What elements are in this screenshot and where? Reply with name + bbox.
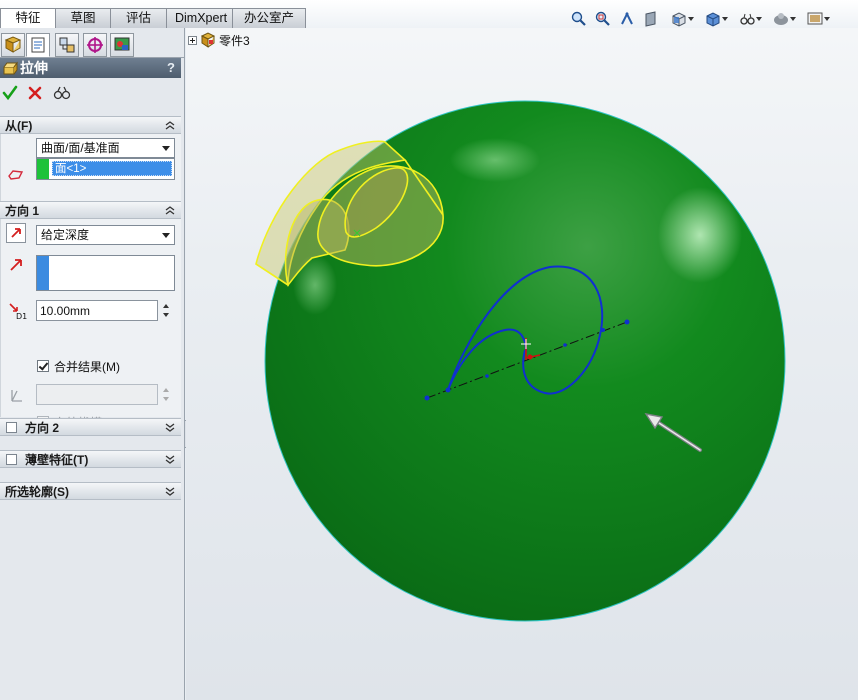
configurationmanager-tab[interactable] <box>55 33 79 57</box>
display-manager-tab[interactable] <box>110 33 134 57</box>
help-button[interactable]: ? <box>167 59 175 77</box>
tab-dimxpert[interactable]: DimXpert <box>166 8 233 28</box>
tab-office-products[interactable]: 办公室产品 <box>232 8 306 44</box>
sketch-point-4 <box>563 343 567 347</box>
tab-evaluate[interactable]: 评估 <box>110 8 167 28</box>
tab-features[interactable]: 特征 <box>0 8 56 29</box>
merge-result-option[interactable]: 合并结果(M) <box>37 358 120 374</box>
from-group-label: 从(F) <box>5 119 33 133</box>
extrude-icon <box>3 61 18 75</box>
depth-spinner[interactable] <box>161 300 173 321</box>
face-selection-icon <box>6 164 26 184</box>
featuremanager-tab[interactable] <box>1 33 25 57</box>
depth-label-text: D1 <box>16 312 27 320</box>
selection-color-swatch <box>37 159 49 179</box>
sketch-point-2 <box>601 328 605 332</box>
collapse-chevron-icon[interactable] <box>164 204 176 216</box>
thin-feature-group-header[interactable]: 薄壁特征(T) <box>0 450 181 468</box>
detailed-preview-button[interactable] <box>52 84 72 102</box>
end-condition-select[interactable]: 给定深度 <box>36 225 175 245</box>
previous-view-icon[interactable] <box>618 10 636 28</box>
selected-face-item[interactable]: 面<1> <box>52 161 172 176</box>
draft-angle-input <box>36 384 158 405</box>
direction-selection-box[interactable] <box>36 255 175 291</box>
zoom-to-fit-icon[interactable] <box>570 10 588 28</box>
from-selection-box[interactable]: 面<1> <box>36 158 175 180</box>
cancel-button[interactable] <box>26 84 44 102</box>
chevron-down-icon <box>162 146 170 151</box>
display-style-icon[interactable] <box>700 10 728 28</box>
from-group-body: 曲面/面/基准面 面<1> <box>0 134 181 202</box>
apply-scene-icon[interactable] <box>802 10 830 28</box>
direction2-checkbox[interactable] <box>6 422 17 433</box>
draft-angle-spinner <box>161 384 173 405</box>
selected-contours-group-header[interactable]: 所选轮廓(S) <box>0 482 181 500</box>
direction2-group-label: 方向 2 <box>25 421 60 435</box>
thin-feature-group-label: 薄壁特征(T) <box>25 453 89 467</box>
draft-angle-icon <box>7 385 27 405</box>
from-group-header[interactable]: 从(F) <box>0 116 181 134</box>
manager-tabs <box>0 32 185 58</box>
view-orientation-icon[interactable] <box>666 10 694 28</box>
merge-result-label: 合并结果(M) <box>54 359 120 374</box>
centerline-endpoint-2 <box>624 319 630 325</box>
edit-appearance-icon[interactable] <box>768 10 796 28</box>
tab-sketch[interactable]: 草图 <box>55 8 111 28</box>
hide-show-icon[interactable] <box>734 10 762 28</box>
depth-dimension-icon: D1 <box>7 300 27 320</box>
collapse-chevron-icon[interactable] <box>164 119 176 131</box>
merge-result-checkbox[interactable] <box>37 360 49 372</box>
start-condition-select[interactable]: 曲面/面/基准面 <box>36 138 175 158</box>
part-icon <box>200 32 216 48</box>
expand-chevron-icon[interactable] <box>164 453 176 465</box>
model-viewport[interactable] <box>186 28 858 700</box>
featuremanager-flyout-tree[interactable]: 零件3 <box>188 31 250 49</box>
depth-value: 10.00mm <box>40 304 91 318</box>
expand-chevron-icon[interactable] <box>164 421 176 433</box>
direction1-group-header[interactable]: 方向 1 <box>0 201 181 219</box>
reverse-direction-button[interactable] <box>6 223 26 243</box>
centerline-endpoint <box>424 395 430 401</box>
command-manager: 特征 草图 评估 DimXpert 办公室产品 <box>0 0 858 44</box>
ok-button[interactable] <box>1 84 19 102</box>
section-view-icon[interactable] <box>642 10 660 28</box>
property-manager-title: 拉伸 ? <box>0 58 181 78</box>
direction-vector-icon <box>6 255 26 275</box>
direction2-group-header[interactable]: 方向 2 <box>0 418 181 436</box>
command-tabs: 特征 草图 评估 DimXpert 办公室产品 <box>0 8 306 44</box>
depth-input[interactable]: 10.00mm <box>36 300 158 321</box>
end-condition-value: 给定深度 <box>41 228 90 242</box>
part-name: 零件3 <box>219 33 250 48</box>
expand-icon[interactable] <box>188 35 197 45</box>
property-manager-panel: 拉伸 ? 从(F) 曲面/面/基准面 面<1> 方向 1 给定深度 D1 10.… <box>0 28 185 700</box>
dimxpert-manager-tab[interactable] <box>83 33 107 57</box>
sketch-point <box>445 387 451 393</box>
expand-chevron-icon[interactable] <box>164 485 176 497</box>
direction1-group-body: 给定深度 D1 10.00mm 合并结果(M) 向外拔模(O) <box>0 219 181 430</box>
start-condition-value: 曲面/面/基准面 <box>41 141 120 155</box>
zoom-area-icon[interactable] <box>594 10 612 28</box>
sphere-highlight-top <box>450 138 540 182</box>
direction-color-swatch <box>37 256 49 290</box>
direction1-group-label: 方向 1 <box>5 204 40 218</box>
heads-up-view-toolbar <box>570 9 830 29</box>
sketch-point-3 <box>485 374 489 378</box>
selected-contours-group-label: 所选轮廓(S) <box>5 485 69 499</box>
feature-title: 拉伸 <box>20 60 48 76</box>
chevron-down-icon <box>162 233 170 238</box>
window-tabs-strip <box>110 0 630 5</box>
thin-feature-checkbox[interactable] <box>6 454 17 465</box>
graphics-area[interactable]: 零件3 <box>186 28 858 700</box>
sphere-highlight <box>658 187 742 283</box>
propertymanager-tab[interactable] <box>26 33 50 57</box>
